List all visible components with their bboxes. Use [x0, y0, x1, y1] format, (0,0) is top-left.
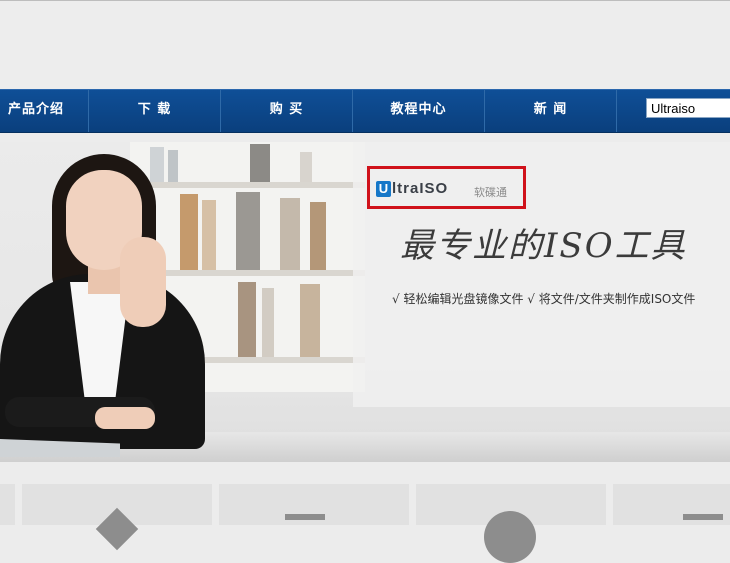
book	[300, 152, 312, 182]
edit-icon	[285, 514, 325, 520]
person-hand	[120, 237, 166, 327]
feature-tile[interactable]	[219, 484, 409, 525]
nav-separator	[616, 90, 617, 132]
book	[262, 288, 274, 357]
nav-item-tutorial-center[interactable]: 教程中心	[353, 90, 484, 132]
nav-item-buy[interactable]: 购 买	[221, 90, 352, 132]
banner-slogan: 最专业的ISO工具	[400, 226, 687, 266]
banner-features: √ 轻松编辑光盘镜像文件 √ 将文件/文件夹制作成ISO文件	[392, 292, 696, 306]
ultraiso-logo-text: ltraISO	[392, 180, 449, 197]
feature-tile[interactable]	[416, 484, 606, 563]
feature-tile[interactable]	[0, 484, 15, 525]
book	[300, 284, 320, 357]
book	[236, 192, 260, 270]
nav-item-download[interactable]: 下 载	[89, 90, 220, 132]
nav-item-news[interactable]: 新 闻	[485, 90, 616, 132]
person-hand	[95, 407, 155, 429]
home-icon	[95, 507, 139, 551]
edit-icon	[683, 514, 723, 520]
book	[168, 150, 178, 182]
main-nav: 产品介绍 下 载 购 买 教程中心 新 闻	[0, 89, 730, 133]
ultraiso-logo-chinese: 软碟通	[474, 186, 507, 199]
book	[180, 194, 198, 270]
book	[202, 200, 216, 270]
header-area	[0, 1, 730, 89]
feature-tile[interactable]	[22, 484, 212, 551]
shelf-board	[130, 182, 365, 188]
feature-tile[interactable]	[613, 484, 730, 525]
book	[280, 198, 300, 270]
user-icon	[484, 511, 536, 563]
book	[310, 202, 326, 270]
search-input[interactable]	[646, 98, 730, 118]
book	[150, 147, 164, 182]
nav-item-product-intro[interactable]: 产品介绍	[0, 90, 78, 132]
ultraiso-logo-icon: U	[376, 181, 391, 197]
book	[238, 282, 256, 357]
book	[250, 144, 270, 182]
